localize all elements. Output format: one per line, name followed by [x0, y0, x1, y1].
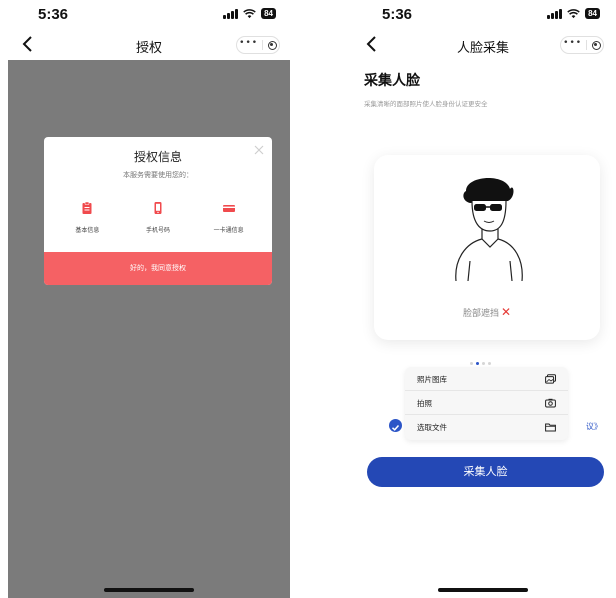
permission-card: 一卡通信息 [199, 200, 259, 234]
permission-label: 基本信息 [75, 227, 100, 234]
folder-icon [545, 423, 556, 432]
close-miniprogram-icon[interactable] [267, 40, 277, 50]
photo-library-icon [545, 374, 556, 384]
mini-program-capsule[interactable]: ••• [560, 36, 604, 54]
modal-subtitle: 本服务需要使用您的： [123, 171, 193, 179]
auth-modal: 授权信息 本服务需要使用您的： 基本信息 手机号码 一卡通信息 好的，我同意授权 [44, 137, 272, 285]
agreement-checkbox[interactable] [389, 419, 402, 432]
menu-item-choose-file[interactable]: 选取文件 [405, 415, 568, 439]
face-capture-screen: 5:36 84 人脸采集 ••• 采集人脸 采集清晰的面部照片使人脸身份认证更安… [352, 0, 614, 598]
permission-list: 基本信息 手机号码 一卡通信息 [44, 200, 272, 234]
agreement-link[interactable]: 议》 [586, 421, 602, 432]
status-icons: 84 [547, 8, 600, 19]
face-preview-card: 脸部遮挡 ✕ [374, 155, 600, 340]
status-time: 5:36 [38, 6, 69, 23]
permission-basic-info: 基本信息 [57, 200, 117, 234]
nav-bar: 授权 ••• [8, 30, 290, 60]
more-icon[interactable]: ••• [239, 39, 258, 48]
menu-item-photo-library[interactable]: 照片图库 [405, 367, 568, 391]
card-icon [222, 205, 235, 212]
status-icons: 84 [223, 8, 276, 19]
menu-item-camera[interactable]: 拍照 [405, 391, 568, 415]
nav-bar: 人脸采集 ••• [352, 30, 614, 60]
page-description: 采集清晰的面部照片使人脸身份认证更安全 [364, 100, 488, 108]
wifi-icon [243, 8, 256, 18]
status-bar: 5:36 84 [8, 0, 290, 30]
permission-label: 手机号码 [145, 227, 170, 234]
collect-face-button[interactable]: 采集人脸 [367, 457, 604, 487]
face-status-label: 脸部遮挡 [462, 309, 499, 319]
clipboard-icon [82, 201, 92, 214]
carousel-dots [470, 362, 491, 365]
battery-icon: 84 [261, 8, 276, 19]
capsule-divider [262, 40, 264, 50]
status-time: 5:36 [382, 6, 413, 23]
mini-program-capsule[interactable]: ••• [236, 36, 280, 54]
face-illustration-icon [455, 177, 523, 282]
error-cross-icon: ✕ [500, 305, 512, 319]
menu-item-label: 选取文件 [417, 423, 447, 432]
permission-label: 一卡通信息 [213, 227, 244, 234]
signal-icon [223, 8, 239, 19]
agree-authorize-button[interactable]: 好的，我同意授权 [44, 252, 272, 285]
more-icon[interactable]: ••• [563, 39, 582, 48]
home-indicator[interactable] [438, 588, 528, 592]
capsule-divider [586, 40, 588, 50]
page-title: 采集人脸 [364, 73, 420, 89]
permission-phone: 手机号码 [128, 200, 188, 234]
wifi-icon [567, 8, 580, 18]
phone-icon [154, 202, 162, 214]
face-status-text: 脸部遮挡 ✕ [374, 305, 600, 319]
battery-icon: 84 [585, 8, 600, 19]
close-miniprogram-icon[interactable] [591, 40, 601, 50]
modal-title: 授权信息 [133, 150, 182, 164]
menu-item-label: 照片图库 [417, 375, 447, 384]
check-icon [391, 425, 400, 431]
signal-icon [547, 8, 563, 19]
auth-screen: 5:36 84 授权 ••• 授权信息 本服务需要使用您的： 基本信息 手机号码 [8, 0, 290, 598]
status-bar: 5:36 84 [352, 0, 614, 30]
home-indicator[interactable] [104, 588, 194, 592]
menu-item-label: 拍照 [417, 399, 432, 408]
upload-source-menu: 照片图库 拍照 选取文件 [405, 367, 568, 440]
camera-icon [545, 398, 556, 408]
